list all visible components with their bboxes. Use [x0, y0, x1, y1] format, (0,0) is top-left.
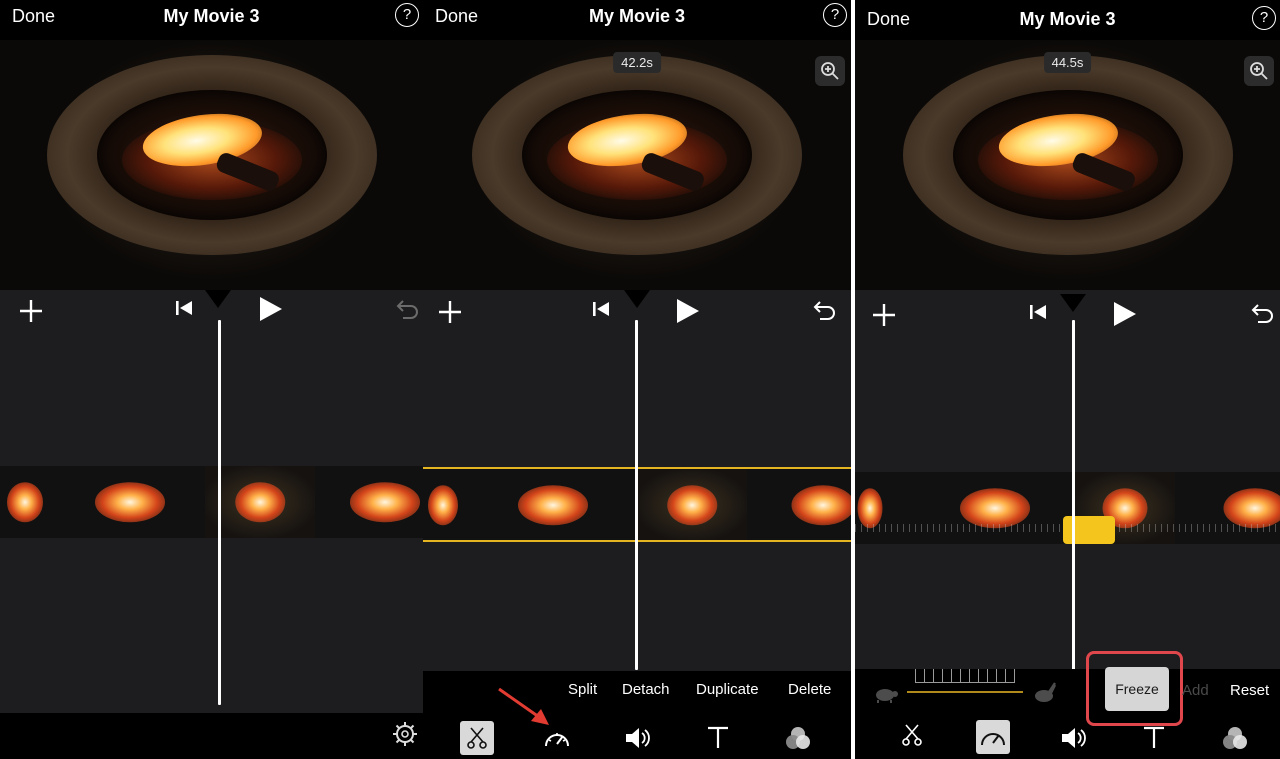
panel-speed-freeze: Done My Movie 3 ? 44.5s Freeze Add Reset	[855, 0, 1280, 759]
filters-icon[interactable]	[1221, 725, 1249, 751]
speaker-icon[interactable]	[623, 725, 653, 751]
zoom-icon	[1250, 62, 1268, 80]
video-viewer: 44.5s	[855, 40, 1280, 290]
playhead-marker	[624, 290, 650, 308]
speaker-icon[interactable]	[1059, 725, 1089, 751]
turtle-icon	[876, 689, 898, 703]
clip-frame	[778, 469, 851, 540]
skip-to-start-icon[interactable]	[592, 300, 610, 318]
timeline: Freeze Add Reset	[855, 290, 1280, 759]
clip-frame	[0, 466, 70, 538]
playhead	[635, 320, 638, 670]
help-icon[interactable]: ?	[1252, 6, 1276, 30]
add-button[interactable]: Add	[1182, 682, 1209, 699]
split-button[interactable]: Split	[568, 681, 597, 698]
skip-to-start-icon[interactable]	[175, 299, 193, 317]
plus-icon[interactable]	[18, 298, 44, 324]
time-badge: 44.5s	[1043, 52, 1092, 73]
clip-frame	[945, 472, 1045, 544]
timeline	[0, 290, 423, 759]
plus-icon[interactable]	[871, 302, 897, 328]
skip-to-start-icon[interactable]	[1029, 303, 1047, 321]
freeze-button[interactable]: Freeze	[1105, 667, 1169, 711]
annotation-arrow	[498, 687, 549, 725]
delete-button[interactable]: Delete	[788, 681, 831, 698]
project-title: My Movie 3	[163, 6, 260, 26]
play-icon[interactable]	[675, 298, 701, 324]
clip-edit-bar: Split Detach Duplicate Delete	[423, 671, 851, 759]
speedometer-icon	[981, 733, 1005, 746]
scissors-icon[interactable]	[901, 723, 923, 747]
speed-slider[interactable]	[907, 691, 1023, 693]
speed-scale	[915, 669, 1015, 683]
zoom-icon	[821, 62, 839, 80]
panel-clip-selected: Done My Movie 3 ? 42.2s Split Detach Dup…	[423, 0, 851, 759]
timeline: Split Detach Duplicate Delete	[423, 290, 851, 759]
video-viewer: 42.2s	[423, 40, 851, 290]
playhead	[218, 320, 221, 705]
video-viewer	[0, 40, 423, 290]
time-badge: 42.2s	[613, 52, 661, 73]
panel-timeline: Done My Movie 3 ?	[0, 0, 423, 759]
clip-frame	[423, 469, 473, 540]
reset-button[interactable]: Reset	[1230, 682, 1269, 699]
speedometer-icon[interactable]	[543, 726, 571, 750]
project-title: My Movie 3	[588, 6, 686, 26]
title-bar: Done My Movie 3 ?	[0, 0, 423, 36]
help-icon[interactable]: ?	[823, 3, 847, 27]
playhead-marker	[205, 290, 231, 308]
bottom-bar	[0, 713, 423, 759]
undo-icon[interactable]	[813, 299, 837, 321]
undo-icon[interactable]	[396, 298, 420, 320]
play-icon[interactable]	[258, 296, 284, 322]
help-icon[interactable]: ?	[395, 3, 419, 27]
speed-tool[interactable]	[976, 720, 1010, 754]
clip-frame	[503, 469, 603, 540]
video-clip[interactable]	[0, 466, 423, 538]
gear-icon[interactable]	[392, 721, 418, 747]
play-icon[interactable]	[1112, 301, 1138, 327]
clip-frame	[335, 466, 423, 538]
rabbit-icon	[1035, 682, 1057, 702]
undo-icon[interactable]	[1251, 302, 1275, 324]
scissors-tool[interactable]	[460, 721, 494, 755]
scissors-icon	[467, 727, 487, 749]
speed-edit-bar: Freeze Add Reset	[855, 651, 1280, 759]
freeze-highlight: Freeze	[1086, 651, 1183, 726]
title-bar: Done My Movie 3 ?	[855, 0, 1280, 36]
duplicate-button[interactable]: Duplicate	[696, 681, 759, 698]
zoom-button[interactable]	[1244, 56, 1274, 86]
filters-icon[interactable]	[784, 725, 812, 751]
zoom-button[interactable]	[815, 56, 845, 86]
clip-frame	[205, 466, 315, 538]
playhead	[1072, 320, 1075, 672]
clip-frame	[855, 472, 895, 544]
clip-frame	[1210, 472, 1280, 544]
playhead-marker	[1060, 294, 1086, 312]
detach-button[interactable]: Detach	[622, 681, 670, 698]
speed-range-handle[interactable]	[1063, 516, 1115, 544]
plus-icon[interactable]	[437, 299, 463, 325]
text-icon[interactable]	[1141, 724, 1167, 750]
title-bar: Done My Movie 3 ?	[423, 0, 851, 36]
clip-frame	[637, 469, 747, 540]
text-icon[interactable]	[705, 724, 731, 750]
project-title: My Movie 3	[1019, 9, 1116, 29]
clip-frame	[80, 466, 180, 538]
